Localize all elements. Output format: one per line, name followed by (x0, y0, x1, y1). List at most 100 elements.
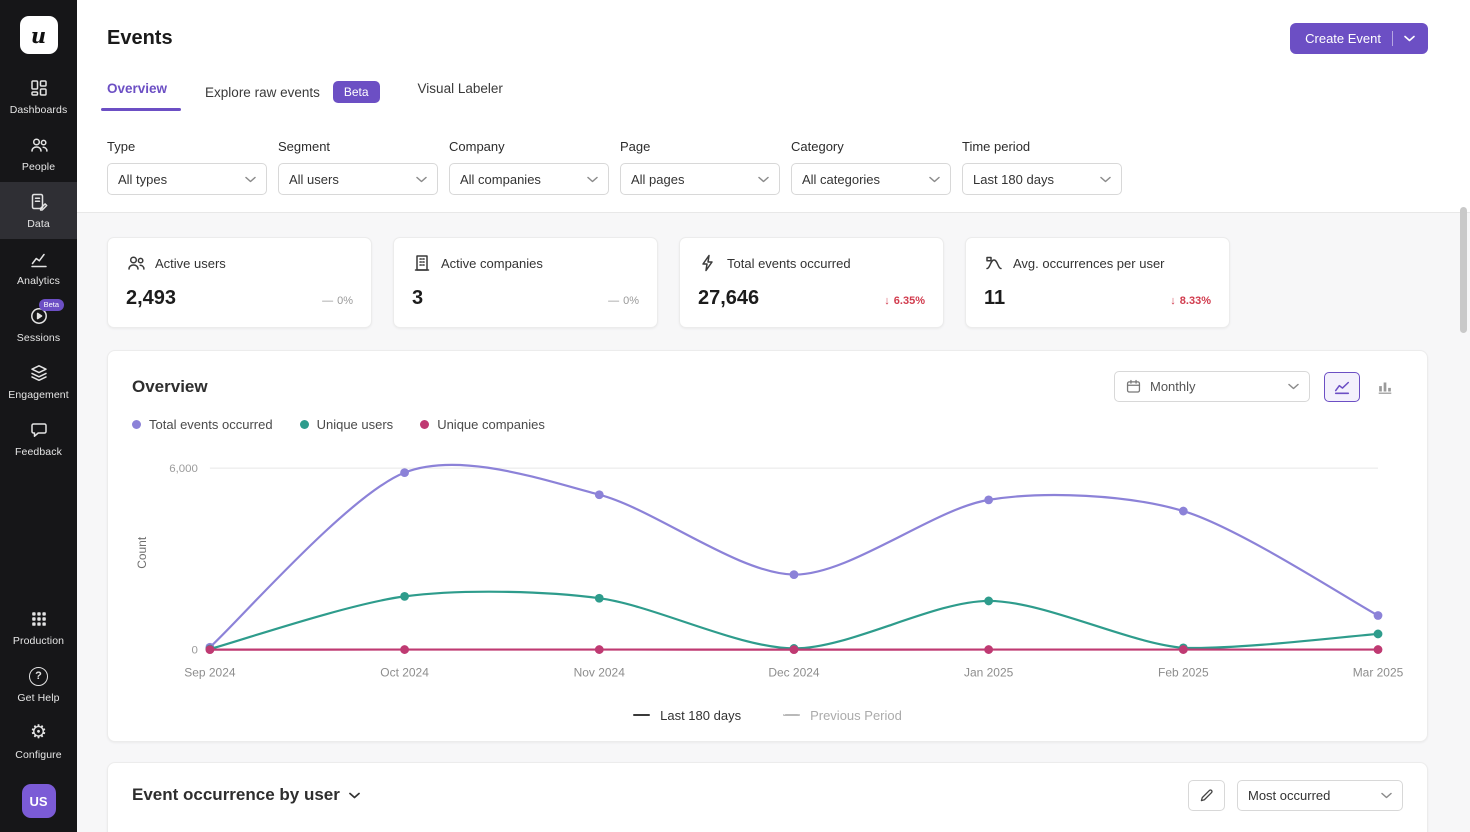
chevron-down-icon (245, 176, 256, 183)
category-select[interactable]: All categories (791, 163, 951, 195)
stat-card-total-events: Total events occurred 27,646 ↓ 6.35% (679, 237, 944, 328)
sidebar-item-label: Engagement (8, 389, 69, 401)
chevron-down-icon (1381, 792, 1392, 799)
sidebar-item-analytics[interactable]: Analytics (0, 239, 77, 296)
filter-label: Company (449, 139, 609, 154)
calendar-icon (1125, 378, 1142, 395)
create-event-button[interactable]: Create Event (1290, 23, 1428, 54)
time-period-select[interactable]: Last 180 days (962, 163, 1122, 195)
tab-overview[interactable]: Overview (107, 81, 167, 111)
stat-change: ↓ 8.33% (1170, 295, 1211, 310)
svg-text:Count: Count (135, 536, 149, 569)
chat-bubble-icon (29, 420, 49, 440)
chart-area: 06,000Sep 2024Oct 2024Nov 2024Dec 2024Ja… (132, 440, 1403, 702)
analytics-icon (29, 249, 49, 269)
stat-value: 11 (984, 287, 1005, 310)
sidebar-item-label: Get Help (17, 692, 59, 704)
dashed-line-icon (783, 714, 800, 716)
filter-label: Category (791, 139, 951, 154)
bar-chart-toggle-button[interactable] (1367, 372, 1403, 402)
solid-line-icon (633, 714, 650, 716)
content-area: Active users 2,493 — 0% Active companies (77, 213, 1470, 832)
sidebar-item-engagement[interactable]: Engagement (0, 353, 77, 410)
down-arrow-icon: ↓ (1170, 295, 1176, 307)
chevron-down-icon (758, 176, 769, 183)
stat-cards: Active users 2,493 — 0% Active companies (107, 237, 1428, 328)
sidebar-item-label: Data (27, 218, 50, 230)
main-area: Events Create Event Overview Explore raw… (77, 0, 1470, 832)
chart-legend: Total events occurred Unique users Uniqu… (132, 417, 1403, 432)
edit-button[interactable] (1188, 780, 1225, 811)
overview-title: Overview (132, 377, 208, 397)
sidebar-item-label: Analytics (17, 275, 60, 287)
filter-label: Time period (962, 139, 1122, 154)
sidebar-item-label: Dashboards (10, 104, 68, 116)
tab-visual-labeler[interactable]: Visual Labeler (418, 81, 503, 111)
tab-beta-badge: Beta (333, 81, 380, 103)
select-value: All pages (631, 172, 684, 187)
chevron-down-icon (349, 792, 360, 799)
stat-label: Total events occurred (727, 256, 851, 271)
company-select[interactable]: All companies (449, 163, 609, 195)
stat-label: Active companies (441, 256, 543, 271)
chevron-down-icon (1404, 35, 1415, 42)
pencil-icon (1198, 787, 1215, 804)
granularity-value: Monthly (1150, 379, 1196, 394)
type-select[interactable]: All types (107, 163, 267, 195)
svg-text:Mar 2025: Mar 2025 (1353, 666, 1403, 680)
stat-change: — 0% (322, 295, 353, 310)
stat-card-active-companies: Active companies 3 — 0% (393, 237, 658, 328)
sidebar-item-production[interactable]: Production (0, 599, 77, 656)
chart-type-toggle (1324, 372, 1403, 402)
sidebar-item-label: Production (13, 635, 64, 647)
sidebar-item-sessions[interactable]: Beta Sessions (0, 296, 77, 353)
sidebar-item-label: People (22, 161, 55, 173)
app-logo[interactable]: u (20, 16, 58, 54)
segment-select[interactable]: All users (278, 163, 438, 195)
filter-company: Company All companies (449, 139, 609, 195)
filter-label: Page (620, 139, 780, 154)
lightning-icon (698, 253, 718, 273)
sidebar-item-data[interactable]: Data (0, 182, 77, 239)
tab-explore-raw-events[interactable]: Explore raw events Beta (205, 81, 380, 118)
sidebar-item-get-help[interactable]: ? Get Help (0, 656, 77, 713)
page-title: Events (107, 27, 173, 50)
page-select[interactable]: All pages (620, 163, 780, 195)
scrollbar-thumb[interactable] (1460, 207, 1467, 333)
filter-label: Type (107, 139, 267, 154)
data-icon (29, 192, 49, 212)
chart-period-legend: Last 180 days Previous Period (132, 708, 1403, 731)
line-chart-toggle-button[interactable] (1324, 372, 1360, 402)
sidebar-item-dashboards[interactable]: Dashboards (0, 68, 77, 125)
sidebar: u Dashboards People Data Analytics (0, 0, 77, 832)
create-event-label: Create Event (1305, 31, 1381, 46)
select-value: All companies (460, 172, 541, 187)
select-value: All categories (802, 172, 880, 187)
filter-page: Page All pages (620, 139, 780, 195)
select-value: Last 180 days (973, 172, 1054, 187)
granularity-select[interactable]: Monthly (1114, 371, 1310, 402)
stat-card-active-users: Active users 2,493 — 0% (107, 237, 372, 328)
sort-select[interactable]: Most occurred (1237, 780, 1403, 811)
down-arrow-icon: ↓ (884, 295, 890, 307)
stat-value: 2,493 (126, 287, 176, 310)
grid-dots-icon (29, 609, 49, 629)
layers-icon (29, 363, 49, 383)
select-value: All types (118, 172, 167, 187)
legend-item-unique-companies: Unique companies (420, 417, 545, 432)
filter-segment: Segment All users (278, 139, 438, 195)
user-avatar[interactable]: US (22, 784, 56, 818)
sidebar-item-label: Feedback (15, 446, 62, 458)
svg-text:Nov 2024: Nov 2024 (574, 666, 626, 680)
sidebar-item-people[interactable]: People (0, 125, 77, 182)
sidebar-item-feedback[interactable]: Feedback (0, 410, 77, 467)
minus-icon: — (608, 295, 619, 307)
sidebar-item-configure[interactable]: ⚙ Configure (0, 713, 77, 770)
building-icon (412, 253, 432, 273)
chevron-down-icon (1288, 383, 1299, 390)
select-value: Most occurred (1248, 788, 1330, 803)
people-icon (126, 253, 146, 273)
event-occurrence-title[interactable]: Event occurrence by user (132, 785, 360, 805)
select-value: All users (289, 172, 339, 187)
question-circle-icon: ? (29, 666, 48, 686)
